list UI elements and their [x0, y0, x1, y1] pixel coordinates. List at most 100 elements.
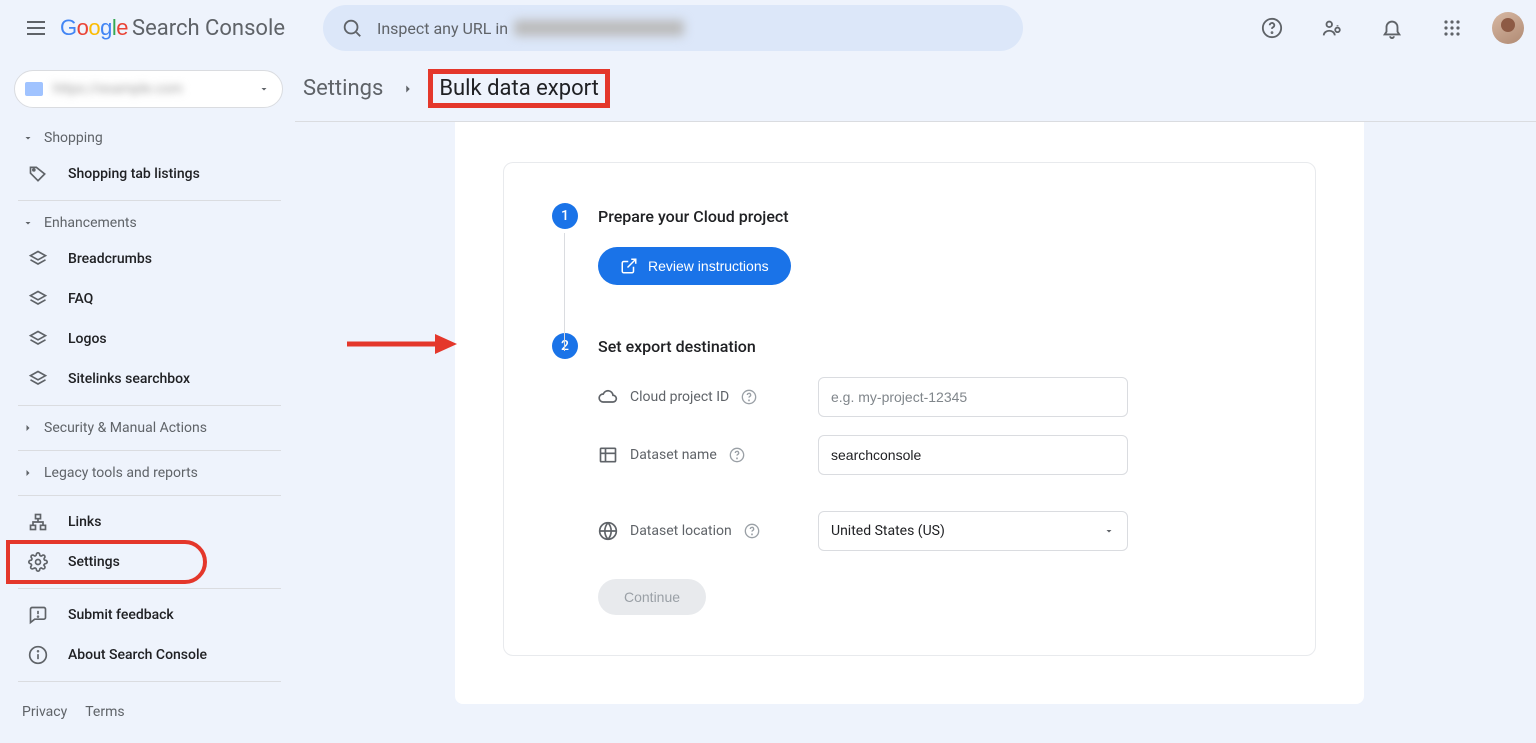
sidebar-item-logos[interactable]: Logos	[8, 319, 295, 359]
section-security[interactable]: Security & Manual Actions	[8, 412, 295, 444]
review-instructions-button[interactable]: Review instructions	[598, 247, 791, 285]
apps-icon[interactable]	[1432, 8, 1472, 48]
field-dataset-location: Dataset location United States (US)	[598, 511, 1275, 551]
sidebar-item-feedback[interactable]: Submit feedback	[8, 595, 295, 635]
help-icon[interactable]	[729, 447, 745, 463]
section-label: Enhancements	[44, 215, 137, 231]
step-number: 2	[552, 333, 578, 359]
section-legacy[interactable]: Legacy tools and reports	[8, 457, 295, 489]
search-placeholder: Inspect any URL in	[377, 19, 508, 38]
avatar[interactable]	[1492, 12, 1524, 44]
field-label: Dataset name	[630, 447, 717, 463]
sidebar-item-about[interactable]: About Search Console	[8, 635, 295, 675]
divider	[18, 405, 281, 406]
step-title: Prepare your Cloud project	[598, 207, 789, 226]
footer-links: Privacy Terms	[8, 688, 295, 720]
dataset-name-input[interactable]	[818, 435, 1128, 475]
property-thumb-icon	[25, 82, 43, 96]
notifications-icon[interactable]	[1372, 8, 1412, 48]
cloud-icon	[598, 387, 618, 407]
sidebar-item-label: FAQ	[68, 291, 93, 307]
privacy-link[interactable]: Privacy	[22, 704, 67, 720]
sidebar-item-label: Breadcrumbs	[68, 251, 152, 267]
sidebar-item-breadcrumbs[interactable]: Breadcrumbs	[8, 239, 295, 279]
sidebar-item-label: Settings	[68, 554, 120, 570]
section-enhancements[interactable]: Enhancements	[8, 207, 295, 239]
section-label: Security & Manual Actions	[44, 420, 207, 436]
inner-panel: 1 Prepare your Cloud project Review inst…	[503, 162, 1316, 656]
sidebar-item-label: Logos	[68, 331, 107, 347]
field-label: Cloud project ID	[630, 389, 729, 405]
feedback-icon	[28, 605, 48, 625]
help-icon[interactable]	[744, 523, 760, 539]
section-label: Shopping	[44, 130, 103, 146]
select-value: United States (US)	[831, 523, 945, 539]
chevron-down-icon	[258, 83, 270, 95]
sidebar-item-label: About Search Console	[68, 647, 207, 663]
header: Google Search Console Inspect any URL in	[0, 0, 1536, 56]
sidebar-item-label: Submit feedback	[68, 607, 174, 623]
field-dataset-name: Dataset name	[598, 435, 1275, 475]
breadcrumb-parent[interactable]: Settings	[303, 76, 383, 101]
table-icon	[598, 445, 618, 465]
content: Settings Bulk data export 1 Prepare your…	[295, 56, 1536, 743]
divider	[18, 495, 281, 496]
logo[interactable]: Google Search Console	[60, 15, 285, 41]
chevron-down-icon	[22, 217, 34, 229]
divider	[18, 200, 281, 201]
divider	[18, 681, 281, 682]
terms-link[interactable]: Terms	[85, 704, 124, 720]
field-cloud-project-id: Cloud project ID	[598, 377, 1275, 417]
property-name: https://example.com	[53, 81, 258, 97]
sidebar-item-shopping-tab-listings[interactable]: Shopping tab listings	[8, 154, 295, 194]
chevron-down-icon	[22, 132, 34, 144]
step-1: 1 Prepare your Cloud project	[552, 203, 1275, 229]
cloud-project-id-input[interactable]	[818, 377, 1128, 417]
sidebar-item-label: Sitelinks searchbox	[68, 371, 190, 387]
step-connector	[564, 233, 565, 351]
layers-icon	[28, 369, 48, 389]
header-right	[1252, 8, 1524, 48]
people-icon[interactable]	[1312, 8, 1352, 48]
gear-icon	[28, 552, 48, 572]
section-shopping[interactable]: Shopping	[8, 122, 295, 154]
chevron-right-icon	[22, 422, 34, 434]
layers-icon	[28, 289, 48, 309]
step-number: 1	[552, 203, 578, 229]
property-selector[interactable]: https://example.com	[14, 70, 283, 108]
help-icon[interactable]	[1252, 8, 1292, 48]
search-domain-blurred	[514, 20, 684, 36]
breadcrumb: Settings Bulk data export	[295, 56, 1536, 122]
divider	[18, 588, 281, 589]
continue-button[interactable]: Continue	[598, 579, 706, 615]
chevron-right-icon	[401, 82, 415, 96]
search-bar[interactable]: Inspect any URL in	[323, 5, 1023, 51]
button-label: Review instructions	[648, 258, 769, 274]
sitemap-icon	[28, 512, 48, 532]
sidebar: https://example.com Shopping Shopping ta…	[0, 56, 295, 743]
info-icon	[28, 645, 48, 665]
breadcrumb-current: Bulk data export	[433, 74, 604, 103]
field-label: Dataset location	[630, 523, 732, 539]
sidebar-item-links[interactable]: Links	[8, 502, 295, 542]
globe-icon	[598, 521, 618, 541]
open-in-new-icon	[620, 257, 638, 275]
divider	[18, 450, 281, 451]
layers-icon	[28, 329, 48, 349]
sidebar-item-faq[interactable]: FAQ	[8, 279, 295, 319]
sidebar-item-label: Links	[68, 514, 101, 530]
help-icon[interactable]	[741, 389, 757, 405]
layers-icon	[28, 249, 48, 269]
dataset-location-select[interactable]: United States (US)	[818, 511, 1128, 551]
search-icon	[341, 17, 363, 39]
step-2: 2 Set export destination	[552, 333, 1275, 359]
step-title: Set export destination	[598, 337, 756, 356]
section-label: Legacy tools and reports	[44, 465, 198, 481]
sidebar-item-label: Shopping tab listings	[68, 166, 200, 182]
menu-icon[interactable]	[12, 4, 60, 52]
sidebar-item-settings[interactable]: Settings	[8, 542, 205, 582]
tag-icon	[28, 164, 48, 184]
sidebar-item-sitelinks-searchbox[interactable]: Sitelinks searchbox	[8, 359, 295, 399]
chevron-right-icon	[22, 467, 34, 479]
google-logo: Google	[60, 15, 128, 41]
